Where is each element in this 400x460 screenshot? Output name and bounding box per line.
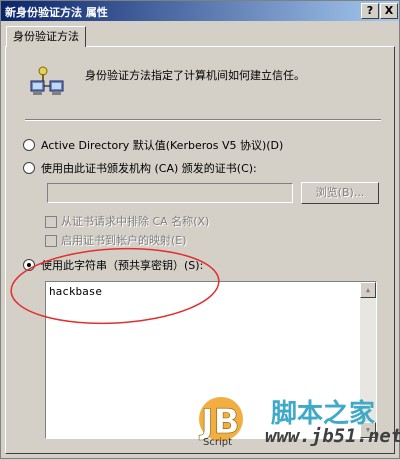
help-button[interactable]: ? xyxy=(361,3,379,19)
preshared-key-label: 使用此字符串（预共享密钥）(S): xyxy=(41,259,204,272)
logo-text: JB xyxy=(199,402,240,442)
tab-authentication-method[interactable]: 身份验证方法 xyxy=(6,26,86,47)
ca-certificate-radio[interactable] xyxy=(23,162,35,174)
kerberos-radio[interactable] xyxy=(23,139,35,151)
account-mapping-checkbox[interactable] xyxy=(45,235,57,247)
scroll-up-icon[interactable]: ▲ xyxy=(360,282,376,298)
ca-certificate-option[interactable]: 使用由此证书颁发机构 (CA) 颁发的证书(C): xyxy=(23,160,257,176)
preshared-key-radio[interactable] xyxy=(23,259,35,271)
account-mapping-option[interactable]: 启用证书到帐户的映射(E) xyxy=(45,232,187,247)
account-mapping-label: 启用证书到帐户的映射(E) xyxy=(61,234,187,247)
exclude-ca-label: 从证书请求中排除 CA 名称(X) xyxy=(61,215,210,228)
properties-dialog: 新身份验证方法 属性 ? X 身份验证方法 身份验证方法指定了计算机间如何建立信… xyxy=(0,0,400,459)
ca-certificate-label: 使用由此证书颁发机构 (CA) 颁发的证书(C): xyxy=(41,162,257,175)
script-label: Script xyxy=(203,437,233,448)
kerberos-option[interactable]: Active Directory 默认值(Kerberos V5 协议)(D) xyxy=(23,137,283,153)
close-button[interactable]: X xyxy=(380,3,398,19)
exclude-ca-option[interactable]: 从证书请求中排除 CA 名称(X) xyxy=(45,213,210,228)
kerberos-label: Active Directory 默认值(Kerberos V5 协议)(D) xyxy=(41,139,284,152)
site-url: www.jb51.net xyxy=(265,425,400,447)
window-title: 新身份验证方法 属性 xyxy=(5,6,108,19)
certificate-field[interactable] xyxy=(47,183,293,203)
separator xyxy=(25,119,381,121)
network-computers-icon xyxy=(30,66,64,95)
preshared-key-option[interactable]: 使用此字符串（预共享密钥）(S): xyxy=(23,257,203,273)
browse-button[interactable]: 浏览(B)... xyxy=(301,182,379,204)
exclude-ca-checkbox[interactable] xyxy=(45,216,57,228)
preshared-key-value: hackbase xyxy=(49,285,102,298)
description-text: 身份验证方法指定了计算机间如何建立信任。 xyxy=(85,69,305,82)
title-bar[interactable]: 新身份验证方法 属性 ? X xyxy=(1,1,399,21)
